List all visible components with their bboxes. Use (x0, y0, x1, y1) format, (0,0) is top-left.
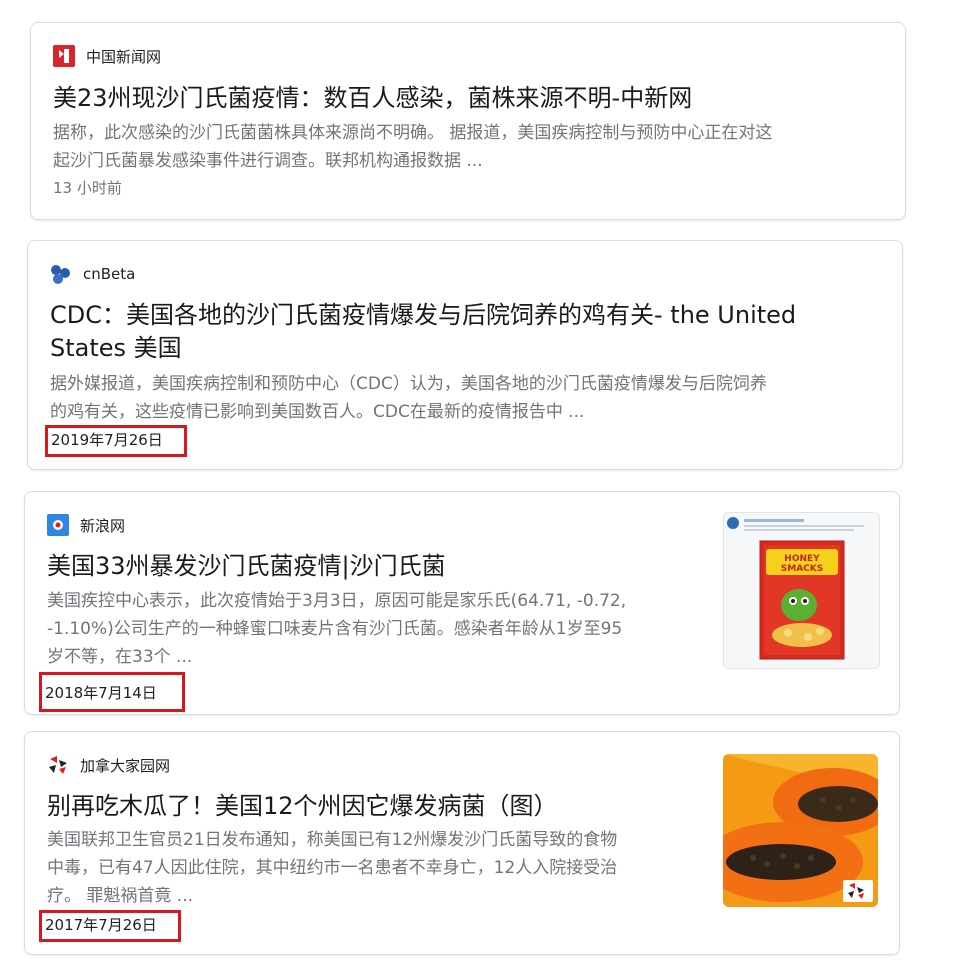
svg-text:HONEY: HONEY (784, 554, 820, 564)
title-line: States 美国 (50, 334, 182, 362)
result-date-highlighted: 2019年7月26日 (45, 425, 187, 457)
papaya-thumbnail[interactable] (723, 754, 878, 907)
result-source[interactable]: cnBeta (50, 263, 135, 285)
sina-logo-icon (47, 514, 69, 536)
snippet-line: 美国疾控中心表示，此次疫情始于3月3日，原因可能是家乐氏(64.71, -0.7… (47, 591, 627, 611)
svg-text:SMACKS: SMACKS (781, 564, 823, 574)
cereal-box-thumbnail[interactable]: HONEY SMACKS (723, 512, 880, 669)
snippet-line: 岁不等，在33个 ... (47, 647, 193, 667)
result-title[interactable]: 美23州现沙门氏菌疫情：数百人感染，菌株来源不明-中新网 (53, 82, 893, 115)
snippet-line: 美国联邦卫生官员21日发布通知，称美国已有12州爆发沙门氏菌导致的食物 (47, 830, 618, 850)
result-source[interactable]: 新浪网 (47, 514, 125, 536)
result-title[interactable]: 别再吃木瓜了！美国12个州因它爆发病菌（图） (47, 790, 707, 823)
snippet-line: 疗。 罪魁祸首竟 ... (47, 886, 194, 906)
cnbeta-logo-icon (50, 263, 72, 285)
canadameet-logo-icon (47, 754, 69, 776)
result-source[interactable]: 中国新闻网 (53, 45, 161, 67)
result-snippet: 据外媒报道，美国疾病控制和预防中心（CDC）认为，美国各地的沙门氏菌疫情爆发与后… (50, 370, 890, 426)
snippet-line: 中毒，已有47人因此住院，其中纽约市一名患者不幸身亡，12人入院接受治 (47, 858, 618, 878)
result-card-4[interactable]: 加拿大家园网 别再吃木瓜了！美国12个州因它爆发病菌（图） 美国联邦卫生官员21… (24, 731, 900, 955)
source-name: 新浪网 (80, 516, 126, 535)
result-title[interactable]: 美国33州暴发沙门氏菌疫情|沙门氏菌 (47, 550, 707, 583)
snippet-line: 起沙门氏菌暴发感染事件进行调查。联邦机构通报数据 ... (53, 151, 483, 171)
snippet-line: 据称，此次感染的沙门氏菌菌株具体来源尚不明确。 据报道，美国疾病控制与预防中心正… (53, 123, 773, 143)
source-name: cnBeta (83, 265, 136, 283)
title-line: CDC：美国各地的沙门氏菌疫情爆发与后院饲养的鸡有关- the United (50, 301, 797, 329)
chinanews-logo-icon (53, 45, 75, 67)
source-name: 加拿大家园网 (80, 756, 171, 775)
source-name: 中国新闻网 (86, 47, 162, 66)
result-date: 13 小时前 (53, 179, 122, 197)
result-card-2[interactable]: cnBeta CDC：美国各地的沙门氏菌疫情爆发与后院饲养的鸡有关- the U… (27, 240, 903, 470)
result-snippet: 美国疾控中心表示，此次疫情始于3月3日，原因可能是家乐氏(64.71, -0.7… (47, 587, 717, 671)
snippet-line: -1.10%)公司生产的一种蜂蜜口味麦片含有沙门氏菌。感染者年龄从1岁至95 (47, 619, 623, 639)
result-snippet: 美国联邦卫生官员21日发布通知，称美国已有12州爆发沙门氏菌导致的食物 中毒，已… (47, 826, 717, 910)
result-title[interactable]: CDC：美国各地的沙门氏菌疫情爆发与后院饲养的鸡有关- the United S… (50, 299, 890, 365)
result-card-1[interactable]: 中国新闻网 美23州现沙门氏菌疫情：数百人感染，菌株来源不明-中新网 据称，此次… (30, 22, 906, 220)
snippet-line: 的鸡有关，这些疫情已影响到美国数百人。CDC在最新的疫情报告中 ... (50, 402, 585, 422)
result-date-highlighted: 2018年7月14日 (39, 672, 185, 712)
result-snippet: 据称，此次感染的沙门氏菌菌株具体来源尚不明确。 据报道，美国疾病控制与预防中心正… (53, 119, 893, 175)
result-date-highlighted: 2017年7月26日 (39, 910, 181, 942)
result-card-3[interactable]: 新浪网 美国33州暴发沙门氏菌疫情|沙门氏菌 美国疾控中心表示，此次疫情始于3月… (24, 491, 900, 715)
snippet-line: 据外媒报道，美国疾病控制和预防中心（CDC）认为，美国各地的沙门氏菌疫情爆发与后… (50, 374, 767, 394)
result-source[interactable]: 加拿大家园网 (47, 754, 170, 776)
